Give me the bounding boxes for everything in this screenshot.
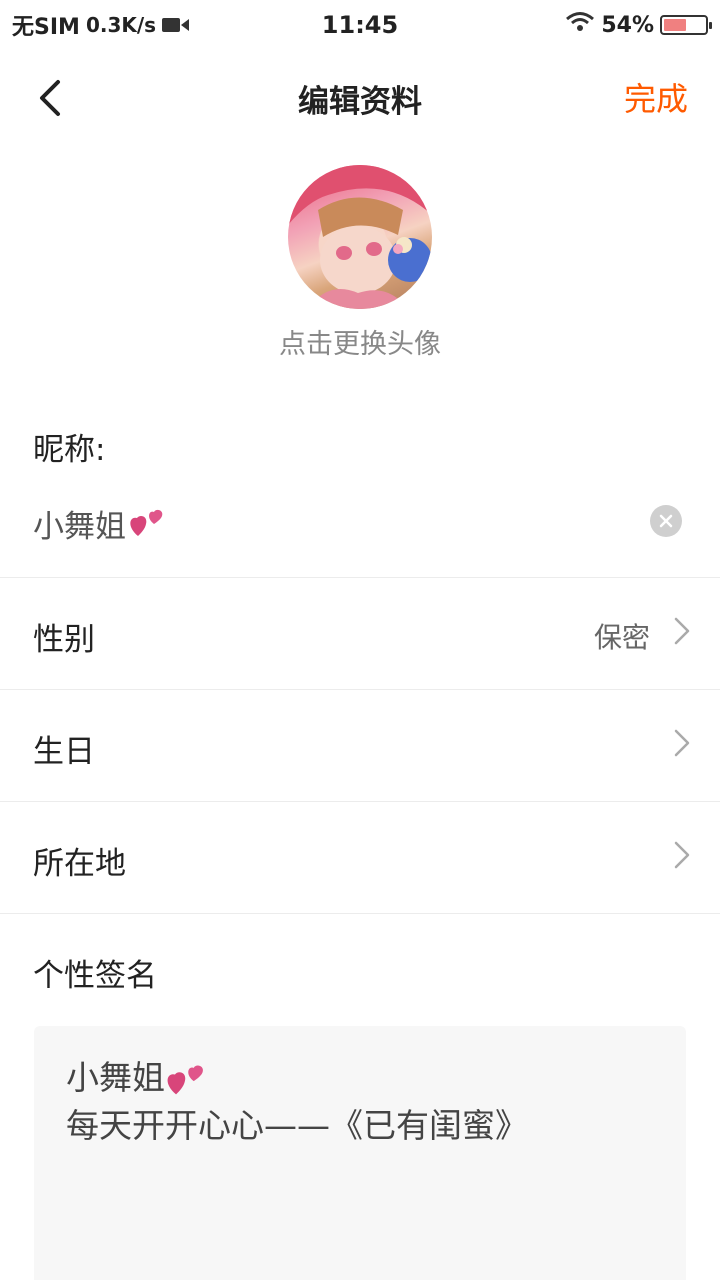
gender-row[interactable]: 性别 保密 [0, 578, 720, 688]
avatar[interactable] [288, 165, 432, 309]
nickname-label: 昵称: [33, 432, 106, 468]
signature-label: 个性签名 [33, 958, 157, 994]
two-hearts-icon [165, 1061, 207, 1099]
video-camera-icon [162, 16, 190, 34]
signature-text-start: 小舞姐 [66, 1058, 165, 1097]
status-bar: 无SIM 0.3K/s 11:45 54% [0, 0, 720, 50]
battery-icon [660, 15, 712, 35]
two-hearts-icon [128, 506, 166, 540]
change-avatar-hint[interactable]: 点击更换头像 [0, 322, 720, 361]
divider [0, 913, 720, 914]
gender-value: 保密 [593, 621, 650, 654]
clear-circle-icon [659, 514, 673, 528]
chevron-right-icon [674, 841, 690, 869]
wifi-icon [565, 11, 595, 39]
page-title: 编辑资料 [298, 84, 422, 120]
carrier-label: 无SIM [12, 15, 80, 40]
status-left: 无SIM 0.3K/s [12, 9, 190, 41]
signature-textarea[interactable]: 小舞姐 每天开开心心——《已有闺蜜》 [34, 1026, 686, 1280]
status-right: 54% [565, 11, 712, 39]
avatar-image [288, 165, 432, 309]
nav-bar: 编辑资料 完成 [0, 58, 720, 138]
nickname-value: 小舞姐 [33, 508, 126, 545]
battery-percent: 54% [601, 12, 654, 38]
nickname-input[interactable]: 小舞姐 [33, 500, 633, 546]
chevron-right-icon [674, 617, 690, 645]
birthday-label: 生日 [33, 734, 95, 770]
battery-fill [664, 19, 686, 31]
edit-profile-screen: 无SIM 0.3K/s 11:45 54% 编辑资料 完成 点击更换头像 昵称:… [0, 0, 720, 1280]
signature-text-end: 每天开开心心——《已有闺蜜》 [66, 1106, 528, 1145]
location-label: 所在地 [33, 846, 126, 882]
done-button[interactable]: 完成 [624, 74, 688, 120]
birthday-row[interactable]: 生日 [0, 690, 720, 800]
location-row[interactable]: 所在地 [0, 802, 720, 912]
network-speed: 0.3K/s [85, 13, 157, 37]
nickname-row: 小舞姐 [0, 490, 720, 556]
chevron-right-icon [674, 729, 690, 757]
gender-label: 性别 [33, 622, 95, 658]
clear-nickname-button[interactable] [650, 505, 682, 537]
